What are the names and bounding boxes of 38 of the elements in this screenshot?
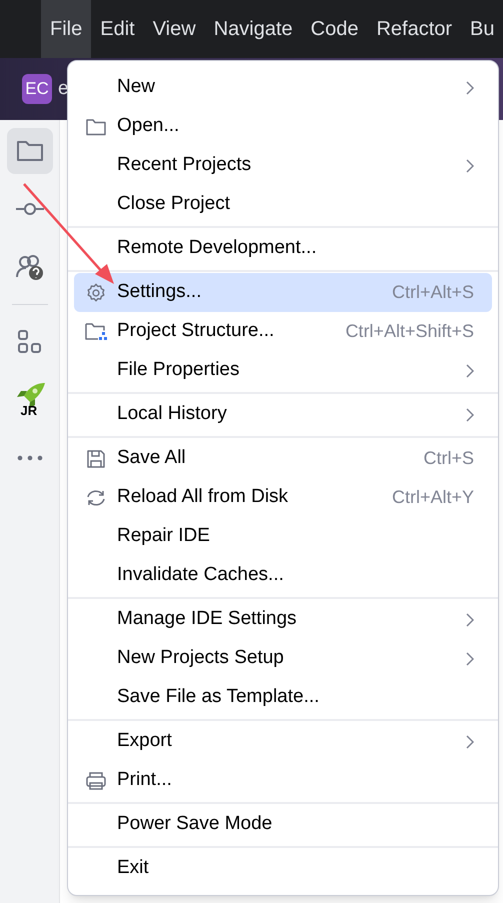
menu-item[interactable]: Repair IDE — [74, 517, 492, 556]
menu-item[interactable]: Manage IDE Settings — [74, 600, 492, 639]
menu-bar-item[interactable]: Bu — [461, 0, 503, 58]
menu-item[interactable]: New — [74, 68, 492, 107]
shortcut-text: Ctrl+Alt+Y — [392, 486, 474, 509]
menu-item[interactable]: Close Project — [74, 185, 492, 224]
menu-bar-item[interactable]: Edit — [91, 0, 144, 58]
menu-item[interactable]: Recent Projects — [74, 146, 492, 185]
project-folder-icon[interactable] — [6, 128, 52, 174]
menu-item[interactable]: Save File as Template... — [74, 678, 492, 717]
menu-item[interactable]: Exit — [74, 849, 492, 888]
menu-bar-item[interactable]: Navigate — [204, 0, 302, 58]
shortcut-text: Ctrl+S — [423, 447, 474, 470]
menu-item[interactable]: Open... — [74, 107, 492, 146]
menu-item[interactable]: Project Structure... Ctrl+Alt+Shift+S — [74, 312, 492, 351]
menu-bar-item[interactable]: View — [144, 0, 205, 58]
menu-item[interactable]: Save All Ctrl+S — [74, 439, 492, 478]
menu-item[interactable]: Power Save Mode — [74, 805, 492, 844]
menu-item[interactable]: Reload All from Disk Ctrl+Alt+Y — [74, 478, 492, 517]
menu-item[interactable]: Remote Development... — [74, 229, 492, 268]
folder-grid-icon — [84, 320, 108, 342]
shortcut-text: Ctrl+Alt+Shift+S — [345, 320, 474, 343]
folder-icon — [84, 116, 106, 136]
menu-item[interactable]: New Projects Setup — [74, 639, 492, 678]
menu-bar-item[interactable]: Code — [302, 0, 368, 58]
menu-item[interactable]: Export — [74, 722, 492, 761]
menu-item[interactable]: File Properties — [74, 351, 492, 390]
project-badge: EC — [22, 74, 52, 104]
menu-bar-item[interactable]: File — [41, 0, 92, 58]
menu-item[interactable]: Invalidate Caches... — [74, 556, 492, 595]
printer-icon — [84, 770, 106, 790]
menu-item[interactable]: Print... — [74, 761, 492, 800]
menu-item[interactable]: Local History — [74, 395, 492, 434]
project-name: e — [58, 76, 69, 101]
shortcut-text: Ctrl+Alt+S — [392, 281, 474, 304]
menu-item[interactable]: Settings... Ctrl+Alt+S — [74, 273, 492, 312]
menu-bar-item[interactable]: Refactor — [367, 0, 462, 58]
settings-icon — [84, 282, 106, 304]
